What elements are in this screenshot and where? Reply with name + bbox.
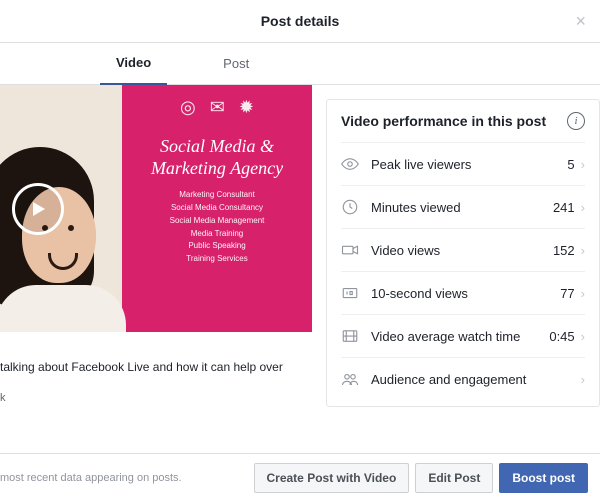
edit-post-button[interactable]: Edit Post xyxy=(415,463,493,493)
perf-value: 5 xyxy=(567,157,574,172)
presenter-illustration xyxy=(0,135,136,332)
chevron-right-icon: › xyxy=(581,329,585,344)
perf-row-camera[interactable]: Video views152 › xyxy=(341,228,585,271)
target-icon: ◎ xyxy=(180,97,196,118)
film-icon xyxy=(341,327,359,345)
footer-note: most recent data appearing on posts. xyxy=(0,472,248,484)
chevron-right-icon: › xyxy=(581,286,585,301)
modal-body: ◎ ✉ ✹ Social Media & Marketing Agency Ma… xyxy=(0,85,600,453)
modal-header: Post details × xyxy=(0,0,600,43)
chevron-right-icon: › xyxy=(581,157,585,172)
perf-row-people[interactable]: Audience and engagement › xyxy=(341,357,585,400)
perf-label: Video average watch time xyxy=(371,329,549,344)
perf-label: Peak live viewers xyxy=(371,157,567,172)
video-thumbnail[interactable]: ◎ ✉ ✹ Social Media & Marketing Agency Ma… xyxy=(0,85,312,332)
eye-icon xyxy=(341,155,359,173)
tab-video[interactable]: Video xyxy=(100,42,167,86)
perf-value: 152 xyxy=(553,243,575,258)
perf-label: 10-second views xyxy=(371,286,560,301)
perf-row-eye[interactable]: Peak live viewers5 › xyxy=(341,142,585,185)
modal-title: Post details xyxy=(261,13,340,29)
performance-rows: Peak live viewers5›Minutes viewed241›Vid… xyxy=(341,142,585,400)
clock-icon xyxy=(341,198,359,216)
info-icon[interactable]: i xyxy=(567,112,585,130)
post-caption: talking about Facebook Live and how it c… xyxy=(0,332,312,413)
chevron-right-icon: › xyxy=(581,243,585,258)
panel-header: Video performance in this post i xyxy=(341,100,585,142)
close-icon[interactable]: × xyxy=(575,12,586,30)
perf-label: Audience and engagement xyxy=(371,372,575,387)
perf-row-ten[interactable]: 10-second views77 › xyxy=(341,271,585,314)
perf-label: Minutes viewed xyxy=(371,200,553,215)
create-post-with-video-button[interactable]: Create Post with Video xyxy=(254,463,410,493)
caption-text: talking about Facebook Live and how it c… xyxy=(0,360,283,374)
modal-footer: most recent data appearing on posts. Cre… xyxy=(0,453,600,502)
banner-title: Social Media & Marketing Agency xyxy=(151,136,283,179)
chevron-right-icon: › xyxy=(581,200,585,215)
perf-row-clock[interactable]: Minutes viewed241 › xyxy=(341,185,585,228)
banner-icons-row: ◎ ✉ ✹ xyxy=(180,97,254,118)
perf-value: 77 xyxy=(560,286,574,301)
post-details-modal: Post details × Video Post ◎ ✉ ✹ Social M… xyxy=(0,0,600,502)
bulb-icon: ✹ xyxy=(239,97,254,118)
boost-post-button[interactable]: Boost post xyxy=(499,463,588,493)
tab-post[interactable]: Post xyxy=(207,43,265,84)
play-button[interactable] xyxy=(12,183,64,235)
left-column: ◎ ✉ ✹ Social Media & Marketing Agency Ma… xyxy=(0,85,312,453)
ten-icon xyxy=(341,284,359,302)
right-column: Video performance in this post i Peak li… xyxy=(312,85,600,453)
perf-value: 0:45 xyxy=(549,329,574,344)
panel-title: Video performance in this post xyxy=(341,113,546,129)
chat-icon: ✉ xyxy=(210,97,225,118)
perf-row-film[interactable]: Video average watch time0:45 › xyxy=(341,314,585,357)
chevron-right-icon: › xyxy=(581,372,585,387)
caption-meta: k xyxy=(0,390,302,407)
people-icon xyxy=(341,370,359,388)
banner-illustration: ◎ ✉ ✹ Social Media & Marketing Agency Ma… xyxy=(122,85,312,332)
perf-label: Video views xyxy=(371,243,553,258)
perf-value: 241 xyxy=(553,200,575,215)
banner-lines: Marketing ConsultantSocial Media Consult… xyxy=(170,189,265,266)
tabs: Video Post xyxy=(0,43,600,85)
camera-icon xyxy=(341,241,359,259)
video-performance-panel: Video performance in this post i Peak li… xyxy=(326,99,600,407)
